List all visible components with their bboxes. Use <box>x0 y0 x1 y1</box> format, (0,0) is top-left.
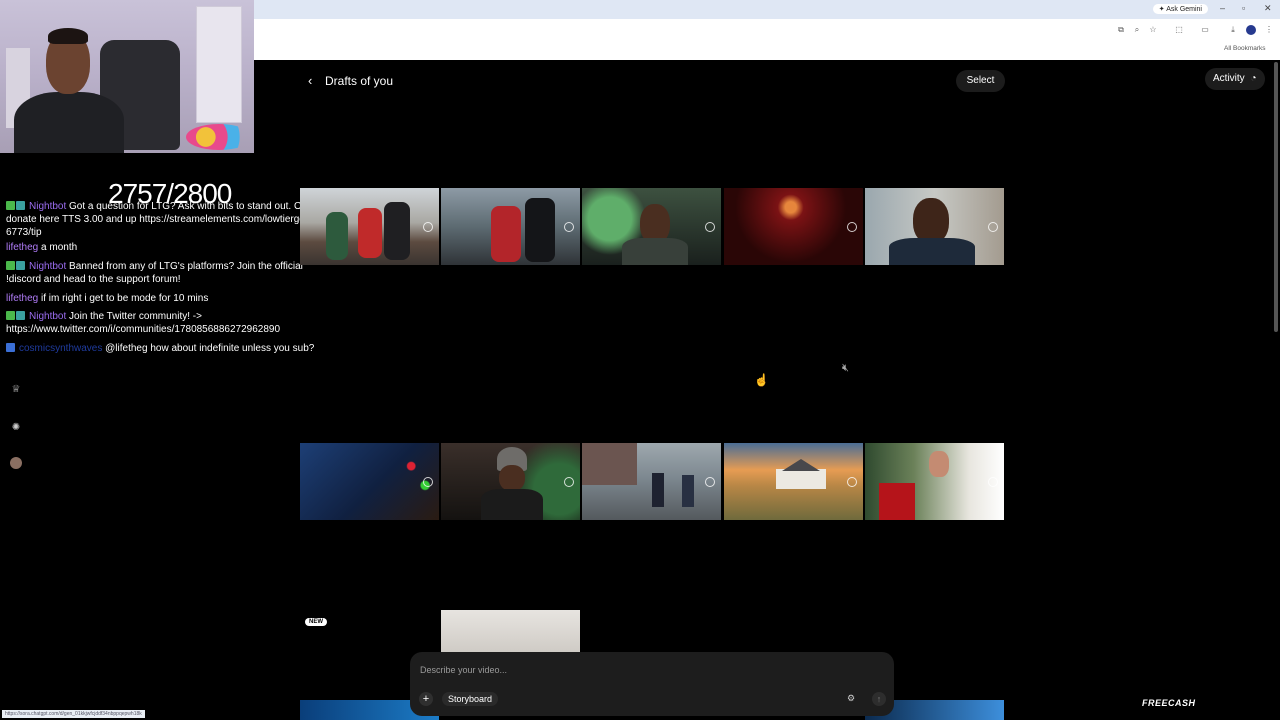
webcam-door <box>196 6 242 123</box>
download-icon[interactable]: ⤓ <box>1228 25 1238 35</box>
explore-icon[interactable]: ✺ <box>10 422 22 434</box>
freecash-logo: FREECASH <box>1142 698 1196 708</box>
back-chevron-icon[interactable]: ‹ <box>308 73 312 88</box>
chat-text: a month <box>41 242 78 253</box>
mod-badge-icon <box>16 261 25 270</box>
prompt-input[interactable]: Describe your video... <box>420 665 507 675</box>
chat-username: lifetheg <box>6 242 39 253</box>
extensions-icon[interactable]: ⬚ <box>1174 25 1184 35</box>
video-thumbnail[interactable] <box>865 443 1004 520</box>
select-button[interactable]: Select <box>956 70 1005 92</box>
activity-button[interactable]: Activity ◔ <box>1205 68 1265 90</box>
chat-message: lifetheg a month <box>6 241 336 254</box>
chat-message: Nightbot Join the Twitter community! -> … <box>6 310 336 336</box>
status-url: https://sora.chatgpt.com/d/gen_01kkjwfcj… <box>2 710 145 718</box>
bookmark-star-icon[interactable]: ☆ <box>1148 25 1158 35</box>
add-media-button[interactable]: + <box>419 692 433 706</box>
page-title: Drafts of you <box>325 74 394 88</box>
webcam-overlay <box>0 0 254 153</box>
chat-message: cosmicsynthwaves @lifetheg how about ind… <box>6 342 336 355</box>
storyboard-button[interactable]: Storyboard <box>442 692 499 706</box>
activity-label: Activity <box>1213 73 1245 84</box>
minimize-icon[interactable]: – <box>1220 3 1225 13</box>
bookmarks-bar <box>254 42 1280 60</box>
zoom-icon[interactable]: ⌕ <box>1132 25 1142 35</box>
send-button[interactable]: ↑ <box>872 692 886 706</box>
webcam-plush <box>186 124 252 150</box>
sidepanel-icon[interactable]: ▭ <box>1200 25 1210 35</box>
profile-avatar[interactable] <box>1246 25 1256 35</box>
verified-badge-icon <box>6 261 15 270</box>
chat-username: cosmicsynthwaves <box>19 343 103 354</box>
video-thumbnail[interactable] <box>724 443 863 520</box>
new-badge: NEW <box>305 618 327 626</box>
video-thumbnail[interactable] <box>582 188 721 265</box>
video-thumbnail[interactable] <box>865 188 1004 265</box>
chat-username: Nightbot <box>29 311 67 322</box>
cast-icon[interactable]: ⧉ <box>1116 25 1126 35</box>
activity-bell-icon: ◔ <box>1250 73 1257 84</box>
chat-message: Nightbot Banned from any of LTG's platfo… <box>6 260 336 286</box>
chat-username: Nightbot <box>29 261 67 272</box>
video-thumbnail[interactable] <box>724 188 863 265</box>
video-thumbnail[interactable] <box>582 443 721 520</box>
chat-username: Nightbot <box>29 201 67 212</box>
scrollbar[interactable] <box>1274 62 1278 332</box>
user-avatar-icon[interactable] <box>10 457 22 469</box>
chat-username: lifetheg <box>6 293 39 304</box>
browser-toolbar <box>254 19 1280 42</box>
video-thumbnail[interactable] <box>300 188 439 265</box>
verified-badge-icon <box>6 311 15 320</box>
chat-text: @lifetheg how about indefinite unless yo… <box>105 343 315 354</box>
mouse-cursor-icon: ☝ <box>754 373 769 387</box>
video-thumbnail[interactable] <box>441 610 580 656</box>
video-thumbnail[interactable] <box>300 443 439 520</box>
chat-message: lifetheg if im right i get to be mode fo… <box>6 292 336 305</box>
ask-gemini-button[interactable]: ✦ Ask Gemini <box>1152 4 1208 14</box>
chat-message: Nightbot Got a question for LTG? Ask wit… <box>6 200 336 239</box>
webcam-person-hair <box>48 28 88 44</box>
trophy-icon[interactable]: ♕ <box>10 384 22 396</box>
webcam-person-body <box>14 92 124 153</box>
settings-sliders-icon[interactable]: ⚙︎ <box>847 693 855 704</box>
menu-icon[interactable]: ⋮ <box>1264 25 1274 35</box>
sub-badge-icon <box>6 343 15 352</box>
browser-tab-strip <box>254 0 1280 19</box>
video-thumbnail[interactable] <box>441 443 580 520</box>
mod-badge-icon <box>16 311 25 320</box>
mute-icon[interactable]: 🔇︎ <box>842 362 849 375</box>
all-bookmarks-button[interactable]: All Bookmarks <box>1224 45 1266 52</box>
video-thumbnail[interactable] <box>441 188 580 265</box>
mod-badge-icon <box>16 201 25 210</box>
chat-text: if im right i get to be mode for 10 mins <box>41 293 209 304</box>
maximize-icon[interactable]: ▫ <box>1242 3 1245 13</box>
close-window-icon[interactable]: ✕ <box>1264 3 1272 14</box>
verified-badge-icon <box>6 201 15 210</box>
prompt-composer <box>410 652 894 716</box>
